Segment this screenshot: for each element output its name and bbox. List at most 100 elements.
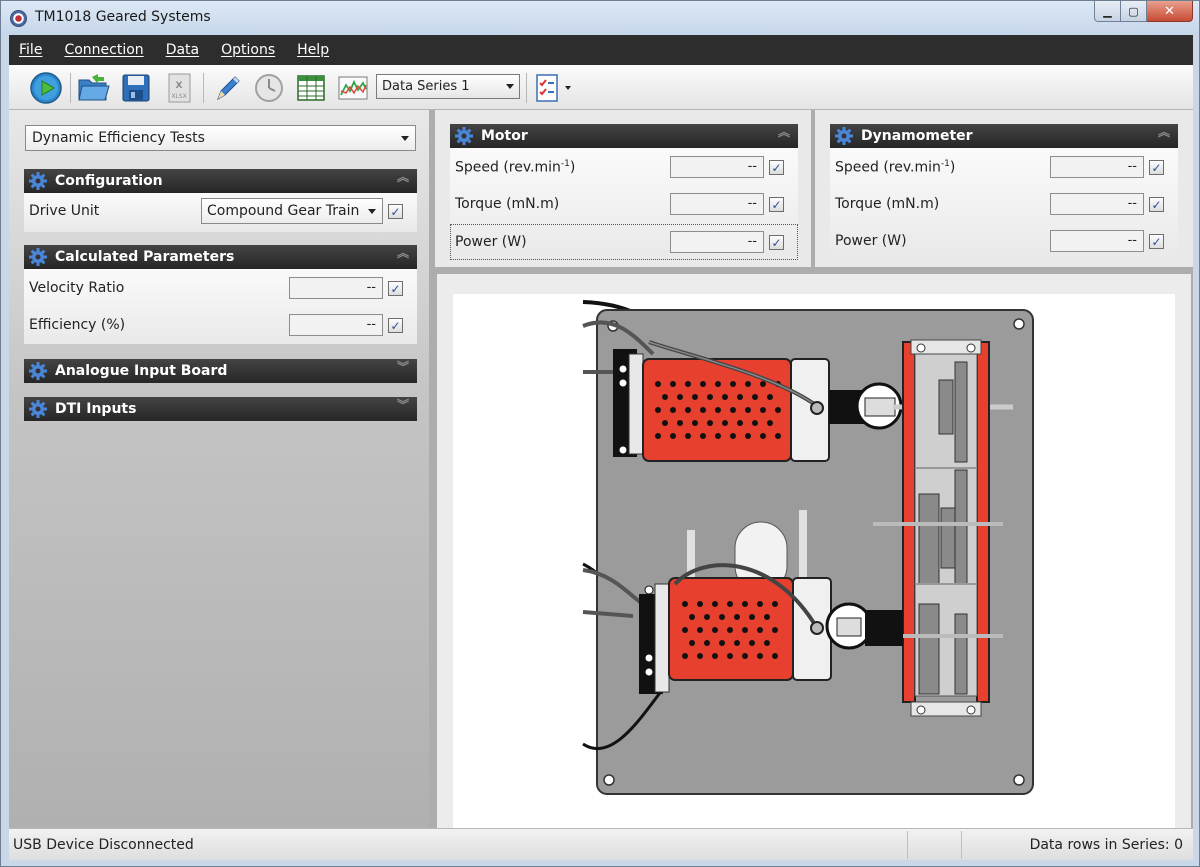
svg-text:XLSX: XLSX — [171, 93, 186, 100]
close-button[interactable]: ✕ — [1147, 1, 1193, 22]
motor-speed-checkbox[interactable]: ✓ — [769, 160, 784, 175]
dynamometer-panel: Dynamometer ︽ Speed (rev.min-1) -- ✓ Tor… — [815, 110, 1193, 267]
efficiency-value: -- — [289, 314, 383, 336]
left-pane: Dynamic Efficiency Tests Configuration ︽… — [9, 110, 429, 828]
chevron-down-icon — [506, 84, 514, 89]
collapse-icon[interactable]: ︽ — [1158, 126, 1170, 138]
velocity-ratio-value: -- — [289, 277, 383, 299]
chart-icon[interactable] — [336, 71, 370, 105]
check-icon: ✓ — [390, 318, 401, 333]
check-icon: ✓ — [390, 204, 401, 219]
app-logo-icon — [10, 10, 27, 27]
efficiency-label: Efficiency (%) — [29, 317, 126, 333]
gear-icon — [27, 170, 49, 192]
test-mode-select[interactable]: Dynamic Efficiency Tests — [25, 125, 416, 151]
test-mode-value: Dynamic Efficiency Tests — [32, 130, 205, 146]
analogue-input-board-header[interactable]: Analogue Input Board ︾ — [24, 359, 417, 383]
checklist-icon[interactable] — [531, 71, 565, 105]
gear-icon — [27, 398, 49, 420]
motor-power-row[interactable]: Power (W) -- ✓ — [450, 224, 798, 260]
dyno-speed-checkbox[interactable]: ✓ — [1149, 160, 1164, 175]
dyno-torque-value: -- — [1050, 193, 1144, 215]
play-icon[interactable] — [29, 71, 63, 105]
toolbar-separator — [203, 73, 204, 103]
menu-options[interactable]: Options — [221, 42, 275, 58]
check-icon: ✓ — [390, 281, 401, 296]
configuration-header[interactable]: Configuration ︽ — [24, 169, 417, 193]
efficiency-checkbox[interactable]: ✓ — [388, 318, 403, 333]
dyno-speed-label: Speed (rev.min-1) — [835, 159, 956, 176]
toolbar: X XLSX Data Series 1 — [9, 65, 1193, 110]
toolbar-separator — [526, 73, 527, 103]
dynamometer-header[interactable]: Dynamometer ︽ — [830, 124, 1178, 148]
gear-icon — [453, 125, 475, 147]
window-controls: ▁ ▢ ✕ — [1094, 1, 1193, 23]
motor-speed-value: -- — [670, 156, 764, 178]
expand-icon[interactable]: ︾ — [397, 399, 409, 411]
collapse-icon[interactable]: ︽ — [397, 171, 409, 183]
motor-power-checkbox[interactable]: ✓ — [769, 235, 784, 250]
chevron-down-icon — [401, 136, 409, 141]
collapse-icon[interactable]: ︽ — [397, 247, 409, 259]
window-title: TM1018 Geared Systems — [35, 9, 211, 25]
motor-body: Speed (rev.min-1) -- ✓ Torque (mN.m) -- … — [450, 148, 798, 260]
velocity-ratio-checkbox[interactable]: ✓ — [388, 281, 403, 296]
check-icon: ✓ — [1151, 197, 1162, 212]
menu-connection[interactable]: Connection — [64, 42, 143, 58]
status-separator — [907, 831, 908, 859]
check-icon: ✓ — [1151, 234, 1162, 249]
motor-title: Motor — [481, 128, 528, 144]
dyno-power-label: Power (W) — [835, 233, 907, 249]
analogue-input-board-title: Analogue Input Board — [55, 363, 228, 379]
minimize-icon: ▁ — [1103, 4, 1112, 18]
save-icon[interactable] — [119, 71, 153, 105]
dti-inputs-title: DTI Inputs — [55, 401, 137, 417]
status-bar: USB Device Disconnected Data rows in Ser… — [9, 828, 1193, 860]
dyno-power-checkbox[interactable]: ✓ — [1149, 234, 1164, 249]
gear-icon — [833, 125, 855, 147]
motor-power-label: Power (W) — [455, 234, 527, 250]
calculated-parameters-body: Velocity Ratio -- ✓ Efficiency (%) -- ✓ — [24, 269, 417, 344]
dyno-speed-value: -- — [1050, 156, 1144, 178]
menu-file[interactable]: File — [19, 42, 42, 58]
open-folder-icon[interactable] — [76, 71, 110, 105]
svg-text:X: X — [176, 81, 183, 91]
pencil-icon[interactable] — [210, 71, 244, 105]
clock-icon[interactable] — [252, 71, 286, 105]
calculated-parameters-title: Calculated Parameters — [55, 249, 235, 265]
main-area: Dynamic Efficiency Tests Configuration ︽… — [9, 110, 1193, 828]
dyno-torque-checkbox[interactable]: ✓ — [1149, 197, 1164, 212]
expand-icon[interactable]: ︾ — [397, 361, 409, 373]
motor-torque-label: Torque (mN.m) — [455, 196, 560, 212]
title-bar: TM1018 Geared Systems ▁ ▢ ✕ — [1, 1, 1199, 35]
maximize-button[interactable]: ▢ — [1121, 1, 1147, 22]
minimize-button[interactable]: ▁ — [1094, 1, 1121, 22]
drive-unit-select[interactable]: Compound Gear Train — [201, 198, 383, 224]
data-rows-count: Data rows in Series: 0 — [1029, 837, 1183, 853]
close-icon: ✕ — [1164, 3, 1175, 19]
motor-power-value: -- — [670, 231, 764, 253]
dynamometer-title: Dynamometer — [861, 128, 973, 144]
toolbar-separator — [70, 73, 71, 103]
table-icon[interactable] — [294, 71, 328, 105]
menu-data[interactable]: Data — [166, 42, 199, 58]
drive-unit-checkbox[interactable]: ✓ — [388, 204, 403, 219]
configuration-body: Drive Unit Compound Gear Train ✓ — [24, 193, 417, 232]
menu-help[interactable]: Help — [297, 42, 329, 58]
check-icon: ✓ — [771, 160, 782, 175]
app-window: TM1018 Geared Systems ▁ ▢ ✕ File Connect… — [0, 0, 1200, 867]
drive-unit-value: Compound Gear Train — [207, 203, 360, 219]
dropdown-arrow-icon[interactable] — [561, 71, 575, 105]
calculated-parameters-header[interactable]: Calculated Parameters ︽ — [24, 245, 417, 269]
data-series-select[interactable]: Data Series 1 — [376, 74, 520, 99]
dynamometer-body: Speed (rev.min-1) -- ✓ Torque (mN.m) -- … — [830, 148, 1178, 260]
dti-inputs-header[interactable]: DTI Inputs ︾ — [24, 397, 417, 421]
motor-torque-checkbox[interactable]: ✓ — [769, 197, 784, 212]
chevron-down-icon — [368, 209, 376, 214]
configuration-title: Configuration — [55, 173, 163, 189]
export-xlsx-icon[interactable]: X XLSX — [162, 71, 196, 105]
diagram-area — [437, 274, 1191, 828]
collapse-icon[interactable]: ︽ — [778, 126, 790, 138]
motor-header[interactable]: Motor ︽ — [450, 124, 798, 148]
apparatus-diagram — [453, 294, 1175, 828]
